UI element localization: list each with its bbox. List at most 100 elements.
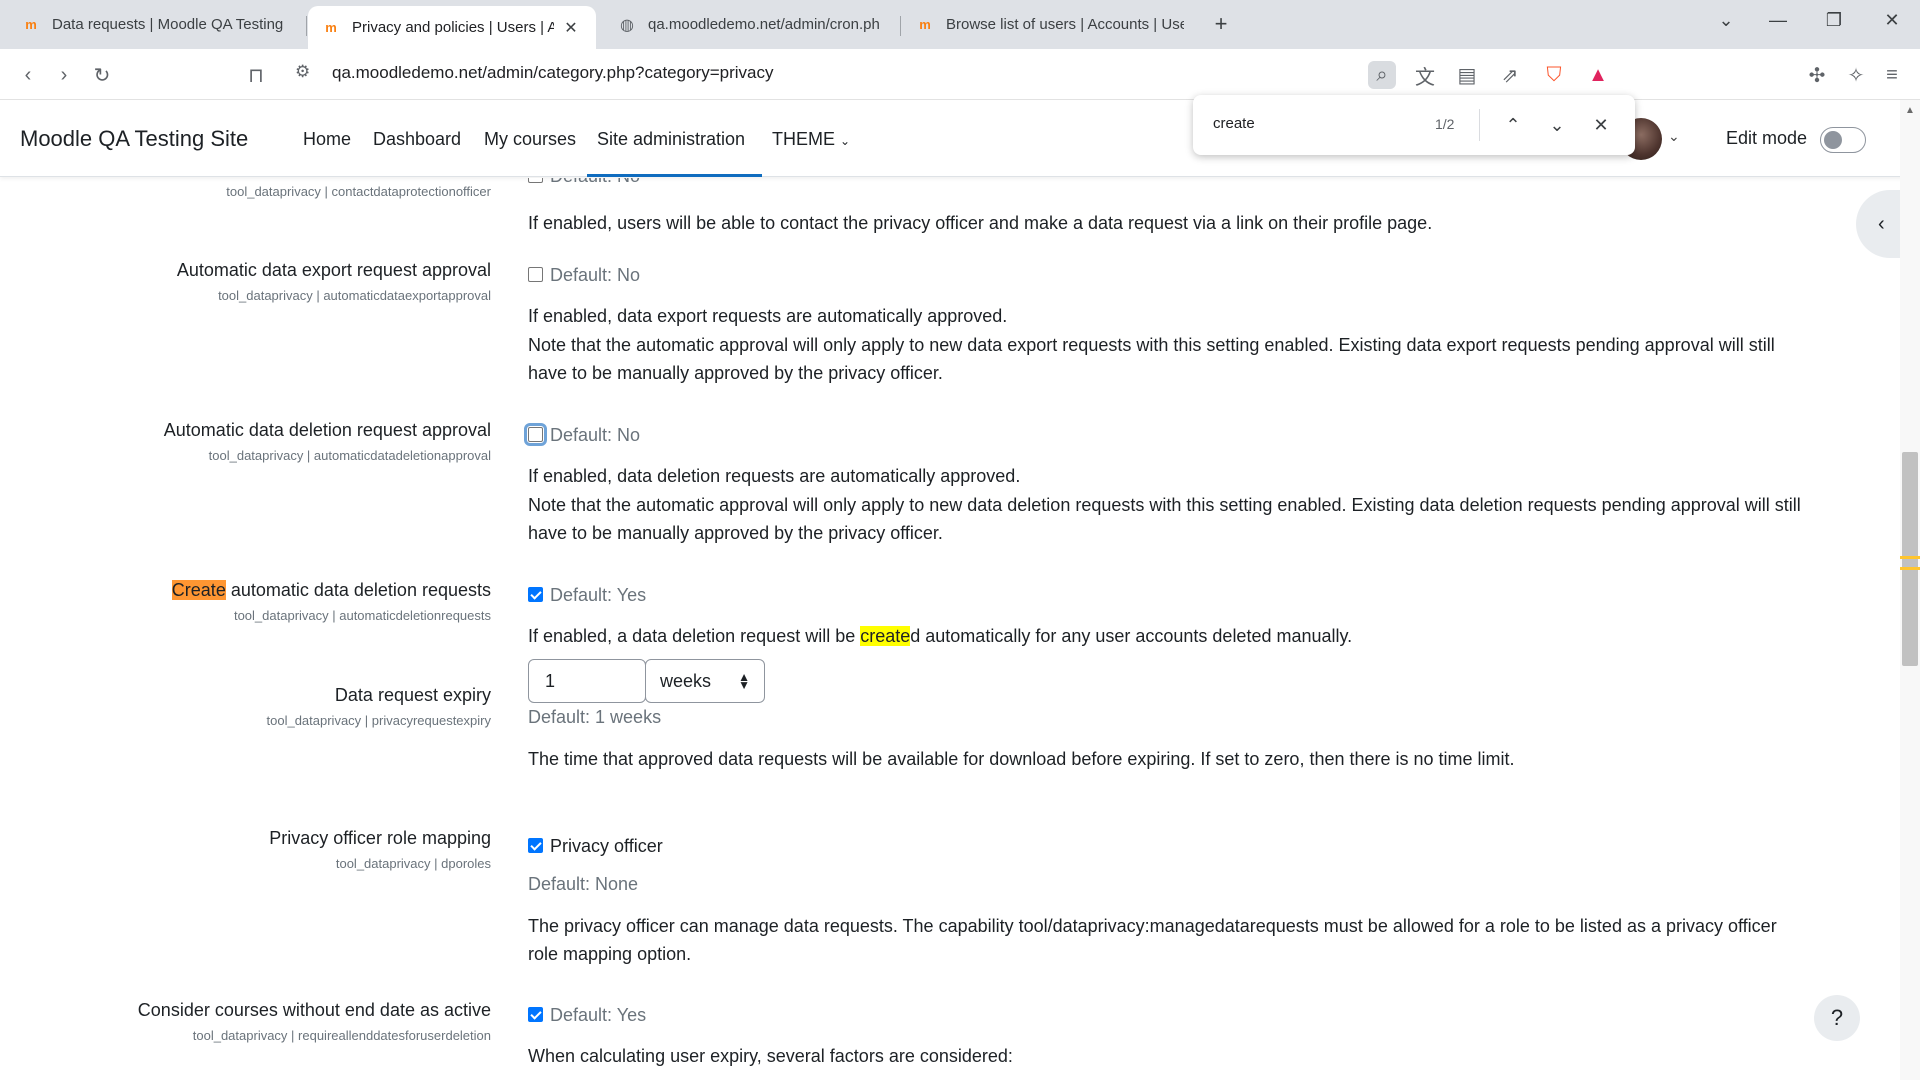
- default-value: Default: 1 weeks: [528, 707, 662, 727]
- expiry-unit-select[interactable]: weeks ▲ ▼: [645, 659, 765, 703]
- default-value: Default: No: [528, 178, 640, 187]
- reload-icon[interactable]: ↻: [88, 61, 116, 89]
- tab-separator: [306, 16, 307, 36]
- nav-site-administration[interactable]: Site administration: [597, 129, 745, 150]
- bookmark-icon[interactable]: ⊓: [242, 61, 270, 89]
- default-value: Default: None: [528, 874, 639, 894]
- find-bar: create 1/2 ⌃ ⌄ ✕: [1193, 95, 1635, 155]
- restore-icon[interactable]: ❐: [1814, 10, 1854, 31]
- setting-description: If enabled, a data deletion request will…: [528, 626, 1353, 646]
- setting-id: tool_dataprivacy | automaticdataexportap…: [218, 288, 491, 303]
- setting-id: tool_dataprivacy | privacyrequestexpiry: [266, 713, 492, 728]
- close-tab-icon[interactable]: ✕: [560, 18, 582, 38]
- browser-toolbar: ‹ › ↻ ⊓ ⚙ qa.moodledemo.net/admin/catego…: [0, 49, 1920, 100]
- setting-label: Automatic data deletion request approval: [163, 420, 491, 440]
- help-button[interactable]: ?: [1814, 995, 1860, 1041]
- nav-home[interactable]: Home: [303, 129, 351, 150]
- leo-ai-icon[interactable]: ✧: [1842, 61, 1870, 89]
- select-arrows-icon: ▲ ▼: [738, 670, 750, 692]
- setting-label: Data request expiry: [334, 685, 491, 705]
- settings-content: tool_dataprivacy | contactdataprotection…: [0, 178, 1900, 1080]
- new-tab-icon[interactable]: +: [1208, 12, 1234, 38]
- scrollbar-thumb[interactable]: [1902, 452, 1918, 666]
- default-value: Default: No: [524, 423, 640, 446]
- reader-mode-icon[interactable]: ▤: [1453, 61, 1481, 89]
- forward-icon[interactable]: ›: [50, 61, 78, 89]
- minimize-icon[interactable]: —: [1758, 10, 1798, 31]
- globe-icon: ◍: [620, 16, 634, 34]
- find-match: create: [860, 626, 911, 646]
- tab-privacy-and-policies[interactable]: m Privacy and policies | Users | Ad ✕: [308, 6, 596, 49]
- setting-id: tool_dataprivacy | dporoles: [335, 856, 491, 871]
- setting-description: If enabled, data export requests are aut…: [528, 306, 1008, 326]
- default-value: Default: No: [528, 265, 640, 286]
- menu-icon[interactable]: ≡: [1878, 61, 1906, 89]
- privacy-officer-checkbox[interactable]: [528, 838, 543, 853]
- setting-id: tool_dataprivacy | automaticdatadeletion…: [208, 448, 491, 463]
- setting-description: When calculating user expiry, several fa…: [528, 1046, 1013, 1066]
- role-option: Privacy officer: [528, 836, 663, 857]
- user-menu-chevron-icon[interactable]: ⌄: [1668, 128, 1680, 145]
- setting-label: Create automatic data deletion requests: [171, 580, 491, 600]
- end-date-checkbox[interactable]: [528, 1007, 543, 1022]
- tab-browse-users[interactable]: m Browse list of users | Accounts | Use: [902, 6, 1198, 43]
- edit-mode-toggle[interactable]: [1820, 127, 1866, 153]
- find-in-page-icon[interactable]: ⌕: [1368, 61, 1396, 89]
- moodle-favicon-icon: m: [325, 20, 337, 35]
- auto-deletion-requests-checkbox[interactable]: [528, 587, 543, 602]
- close-window-icon[interactable]: ✕: [1872, 10, 1912, 31]
- nav-my-courses[interactable]: My courses: [484, 129, 576, 150]
- find-input[interactable]: create: [1213, 115, 1255, 132]
- brave-rewards-icon[interactable]: ▲: [1584, 61, 1612, 89]
- address-bar[interactable]: qa.moodledemo.net/admin/category.php?cat…: [332, 63, 773, 83]
- setting-description: If enabled, data deletion requests are a…: [528, 466, 1021, 486]
- default-value: Default: Yes: [528, 585, 646, 606]
- nav-dashboard[interactable]: Dashboard: [373, 129, 461, 150]
- tab-cron[interactable]: ◍ qa.moodledemo.net/admin/cron.ph: [604, 6, 900, 43]
- setting-label: Privacy officer role mapping: [269, 828, 491, 848]
- setting-label: Consider courses without end date as act…: [137, 1000, 491, 1020]
- site-settings-icon[interactable]: ⚙: [295, 62, 310, 82]
- find-match-count: 1/2: [1435, 116, 1455, 132]
- setting-id: tool_dataprivacy | requireallenddatesfor…: [192, 1028, 491, 1043]
- browser-tab-bar: m Data requests | Moodle QA Testing m Pr…: [0, 0, 1920, 49]
- tab-separator: [900, 16, 901, 36]
- find-match-active: Create: [171, 580, 226, 600]
- moodle-favicon-icon: m: [25, 17, 37, 32]
- tab-list-chevron-icon[interactable]: ⌄: [1706, 10, 1746, 31]
- setting-label: Automatic data export request approval: [176, 260, 491, 280]
- tab-data-requests[interactable]: m Data requests | Moodle QA Testing: [8, 6, 304, 43]
- auto-deletion-checkbox[interactable]: [524, 423, 547, 446]
- find-close-icon[interactable]: ✕: [1587, 111, 1615, 139]
- edit-mode-label: Edit mode: [1726, 128, 1808, 148]
- find-match-marker: [1900, 556, 1920, 559]
- setting-description: The time that approved data requests wil…: [528, 749, 1515, 769]
- setting-id: tool_dataprivacy | contactdataprotection…: [226, 184, 491, 199]
- setting-description: The privacy officer can manage data requ…: [528, 916, 1777, 964]
- brave-shield-icon[interactable]: ⛉: [1540, 61, 1568, 89]
- chevron-left-icon: ‹: [1878, 212, 1885, 235]
- site-brand[interactable]: Moodle QA Testing Site: [20, 126, 248, 152]
- scroll-up-icon[interactable]: ▲: [1905, 105, 1915, 116]
- find-match-marker: [1900, 567, 1920, 570]
- find-previous-icon[interactable]: ⌃: [1499, 111, 1527, 139]
- share-icon[interactable]: ⇗: [1496, 61, 1524, 89]
- setting-description: If enabled, users will be able to contac…: [528, 213, 1433, 233]
- extensions-icon[interactable]: ✣: [1803, 61, 1831, 89]
- find-separator: [1479, 109, 1480, 141]
- setting-id: tool_dataprivacy | automaticdeletionrequ…: [233, 608, 491, 623]
- active-nav-indicator: [587, 174, 762, 177]
- back-icon[interactable]: ‹: [14, 61, 42, 89]
- checkbox[interactable]: [528, 178, 543, 183]
- moodle-favicon-icon: m: [919, 17, 931, 32]
- nav-theme[interactable]: THEME ⌄: [772, 129, 850, 150]
- default-value: Default: Yes: [528, 1005, 646, 1026]
- expiry-number-input[interactable]: 1: [528, 659, 646, 703]
- auto-export-checkbox[interactable]: [528, 267, 543, 282]
- find-next-icon[interactable]: ⌄: [1543, 111, 1571, 139]
- setting-description-note: Note that the automatic approval will on…: [528, 335, 1775, 383]
- chevron-down-icon: ⌄: [840, 134, 851, 148]
- toggle-knob: [1824, 131, 1842, 149]
- setting-description-note: Note that the automatic approval will on…: [528, 495, 1801, 543]
- translate-icon[interactable]: 文: [1411, 61, 1439, 89]
